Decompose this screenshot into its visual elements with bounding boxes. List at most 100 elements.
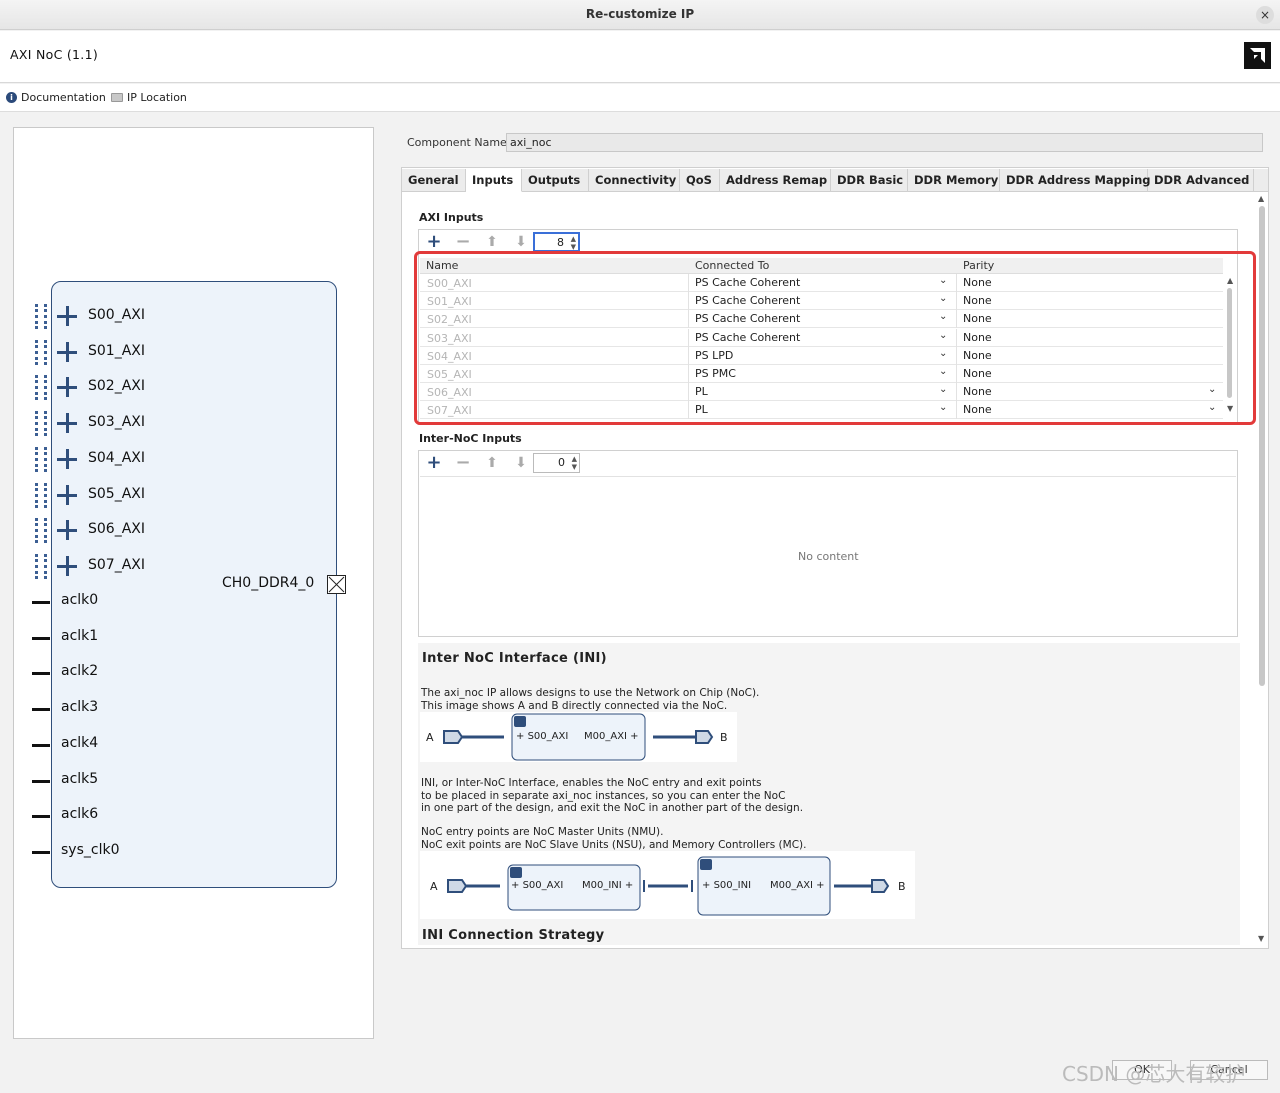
minus-icon[interactable]: − (453, 452, 473, 474)
folder-icon (111, 93, 123, 102)
component-name-label: Component Name (407, 136, 507, 149)
highlight-box (414, 251, 1256, 425)
clock-port-label: aclk3 (61, 699, 99, 716)
expand-port-icon[interactable] (57, 341, 77, 362)
info-paragraph-1: The axi_noc IP allows designs to use the… (421, 687, 760, 712)
tab-connectivity[interactable]: Connectivity (589, 169, 680, 192)
down-arrow-icon[interactable]: ⬇ (511, 452, 531, 474)
window-title: Re-customize IP (585, 7, 695, 21)
expand-port-icon[interactable] (57, 555, 77, 576)
clock-pin (32, 708, 50, 712)
axi-port-label: S03_AXI (88, 414, 145, 431)
up-arrow-icon[interactable]: ⬆ (482, 231, 502, 253)
axi-port-label: S05_AXI (88, 485, 145, 502)
ip-header: AXI NoC (1.1) (0, 31, 1280, 83)
ip-name: AXI NoC (1.1) (10, 47, 99, 62)
axi-port-label: S01_AXI (88, 342, 145, 359)
port-dots-icon (35, 375, 47, 401)
port-dots-icon (35, 518, 47, 544)
logo-icon (1244, 42, 1271, 69)
inter-noc-box (418, 450, 1238, 637)
axi-port-label: S07_AXI (88, 556, 145, 573)
expand-port-icon[interactable] (57, 413, 77, 434)
clock-pin (32, 815, 50, 819)
diagram-direct: A B + S00_AXI M00_AXI + (420, 712, 737, 762)
expand-port-icon[interactable] (57, 484, 77, 505)
no-content-text: No content (798, 550, 859, 563)
tab-qos[interactable]: QoS (680, 169, 720, 192)
clock-port-label: aclk6 (61, 806, 99, 823)
expand-port-icon[interactable] (57, 306, 77, 326)
component-name-input[interactable]: axi_noc (506, 133, 1263, 152)
spinner-arrows-icon[interactable]: ▲ ▼ (571, 235, 576, 251)
clock-pin (32, 743, 50, 747)
axi-port-label: S04_AXI (88, 449, 145, 466)
spinner-arrows-icon[interactable]: ▲ ▼ (572, 455, 577, 471)
ip-location-link[interactable]: IP Location (111, 91, 187, 104)
inter-noc-count-value: 0 (558, 456, 565, 469)
close-icon[interactable]: × (1256, 6, 1274, 24)
clock-port-label: aclk5 (61, 770, 99, 787)
axi-inputs-count-value: 8 (557, 236, 564, 249)
diag2-b: B (898, 880, 906, 893)
expand-port-icon[interactable] (57, 448, 77, 469)
port-dots-icon (35, 304, 47, 329)
tab-ddr-address-mapping[interactable]: DDR Address Mapping (1000, 169, 1151, 192)
diag2-s1: + S00_AXI (511, 880, 564, 891)
ini-strategy-heading: INI Connection Strategy (422, 928, 605, 943)
toolbar: i Documentation IP Location (0, 84, 1280, 112)
tab-general[interactable]: General (402, 169, 466, 192)
tab-ddr-memory[interactable]: DDR Memory (908, 169, 1000, 192)
documentation-label: Documentation (21, 91, 106, 104)
ip-location-label: IP Location (127, 91, 187, 104)
diag2-m2: M00_AXI + (770, 880, 825, 891)
tab-address-remap[interactable]: Address Remap (720, 169, 831, 192)
axi-port-label: S02_AXI (88, 378, 145, 395)
diag1-b: B (720, 731, 728, 744)
tab-ddr-basic[interactable]: DDR Basic (831, 169, 908, 192)
tab-outputs[interactable]: Outputs (522, 169, 589, 192)
clock-port-label: aclk0 (61, 592, 99, 608)
port-dots-icon (35, 553, 47, 579)
diag1-s: + S00_AXI (516, 731, 569, 742)
port-dots-icon (35, 339, 47, 365)
main-scrollbar[interactable]: ▲ ▼ (1257, 194, 1267, 946)
clock-pin (32, 779, 50, 783)
ddr-port-icon[interactable] (327, 575, 346, 594)
port-dots-icon (35, 482, 47, 508)
info-icon: i (6, 92, 17, 103)
port-dots-icon (35, 411, 47, 437)
inter-noc-toolbar: + − ⬆ ⬇ (424, 452, 544, 474)
diagram-ini: A B + S00_AXI M00_INI + + S00_INI M00_AX… (420, 851, 915, 919)
divider (420, 476, 1236, 477)
tab-bar: General Inputs Outputs Connectivity QoS … (402, 169, 1268, 192)
expand-port-icon[interactable] (57, 377, 77, 398)
diag2-m1: M00_INI + (582, 880, 634, 891)
tab-inputs[interactable]: Inputs (466, 169, 522, 192)
down-arrow-icon[interactable]: ⬇ (511, 231, 531, 253)
port-dots-icon (35, 446, 47, 472)
info-heading: Inter NoC Interface (INI) (422, 651, 607, 666)
clock-pin (32, 636, 50, 640)
watermark: CSDN @芯大有较护 (1062, 1062, 1246, 1086)
axi-inputs-toolbar: + − ⬆ ⬇ (424, 231, 544, 253)
tab-ddr-advanced[interactable]: DDR Advanced (1148, 169, 1254, 192)
minus-icon[interactable]: − (453, 231, 473, 253)
inter-noc-count[interactable]: 0 ▲ ▼ (533, 453, 580, 473)
plus-icon[interactable]: + (424, 231, 444, 253)
up-arrow-icon[interactable]: ⬆ (482, 452, 502, 474)
info-paragraph-2: INI, or Inter-NoC Interface, enables the… (421, 777, 804, 814)
info-paragraph-3: NoC entry points are NoC Master Units (N… (421, 826, 807, 851)
diag2-s2: + S00_INI (702, 880, 752, 891)
plus-icon[interactable]: + (424, 452, 444, 474)
ddr-port-label: CH0_DDR4_0 (222, 575, 315, 591)
clock-port-label: aclk1 (61, 627, 99, 644)
diag1-m: M00_AXI + (584, 731, 639, 742)
diag1-a: A (426, 731, 434, 744)
documentation-link[interactable]: i Documentation (6, 91, 106, 104)
axi-inputs-count[interactable]: 8 ▲ ▼ (533, 232, 580, 252)
expand-port-icon[interactable] (57, 520, 77, 541)
clock-pin (32, 850, 50, 854)
clock-port-label: aclk4 (61, 734, 99, 751)
inter-noc-inputs-title: Inter-NoC Inputs (419, 432, 522, 445)
